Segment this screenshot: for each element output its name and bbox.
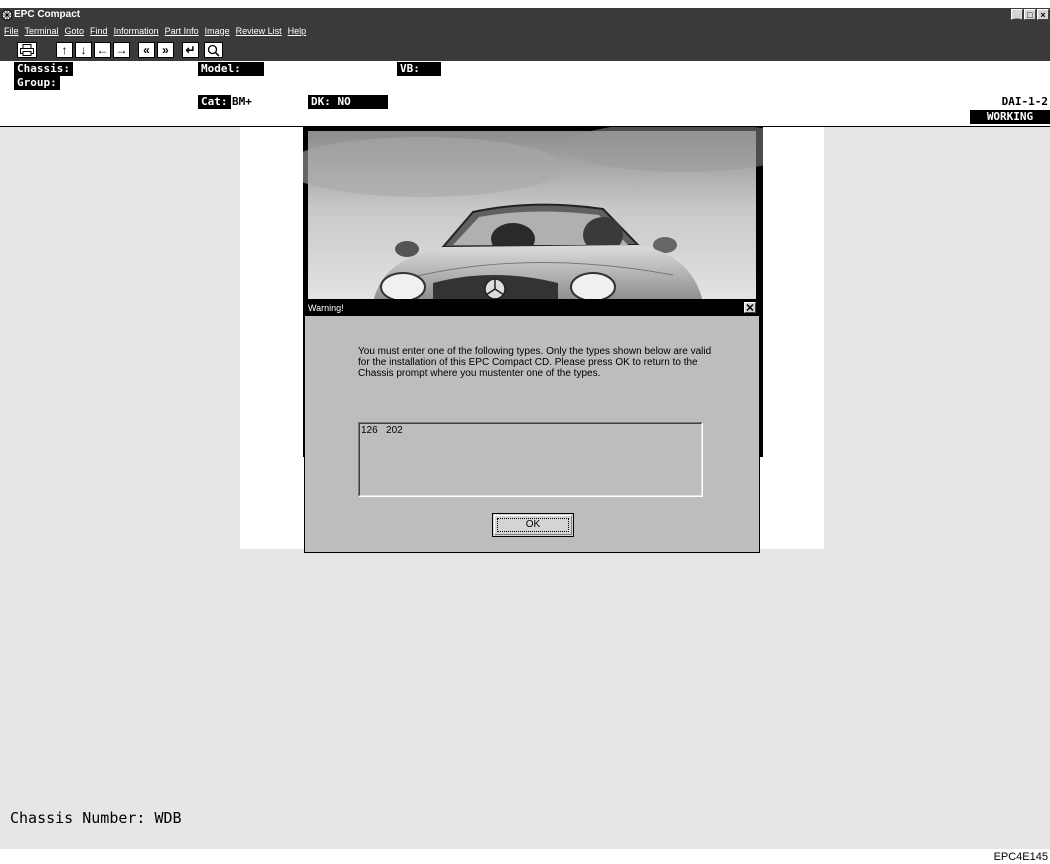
dk-label: DK: NO — [308, 95, 388, 109]
types-list-inner — [359, 423, 702, 496]
page-forward-button[interactable]: » — [157, 42, 174, 58]
print-button[interactable] — [17, 42, 37, 58]
ok-button[interactable]: OK — [492, 513, 574, 537]
page-back-button[interactable]: « — [138, 42, 155, 58]
arrow-up-icon: ↑ — [61, 43, 68, 57]
menu-file[interactable]: File — [4, 26, 19, 36]
version-code: DAI-1-2 — [1001, 95, 1048, 108]
cat-label: Cat: — [198, 95, 231, 109]
group-label: Group: — [14, 76, 60, 90]
dialog-message: You must enter one of the following type… — [358, 346, 712, 379]
chassis-label: Chassis: — [14, 62, 73, 76]
dialog-title-bar: Warning! — [305, 300, 759, 316]
chassis-number-prompt[interactable]: Chassis Number: WDB — [10, 809, 182, 827]
menu-information[interactable]: Information — [114, 26, 159, 36]
vb-label: VB: — [397, 62, 441, 76]
close-button[interactable]: × — [1037, 9, 1049, 20]
menu-image[interactable]: Image — [205, 26, 230, 36]
dialog-close-button[interactable] — [744, 302, 756, 313]
toolbar: ↑ ↓ ← → « » ↵ — [0, 39, 1050, 61]
model-label: Model: — [198, 62, 264, 76]
cat-value: BM+ — [232, 95, 252, 108]
menu-find[interactable]: Find — [90, 26, 108, 36]
header-fields: Chassis: Group: Model: VB: Cat: BM+ DK: … — [0, 61, 1050, 127]
search-button[interactable] — [204, 42, 223, 58]
working-status: WORKING — [970, 110, 1050, 124]
window-controls: _ □ × — [1011, 9, 1049, 20]
menu-bar: File Terminal Goto Find Information Part… — [0, 22, 1050, 39]
types-list[interactable]: 126 202 — [358, 422, 703, 497]
minimize-button[interactable]: _ — [1011, 9, 1023, 20]
menu-terminal[interactable]: Terminal — [25, 26, 59, 36]
menu-goto[interactable]: Goto — [65, 26, 85, 36]
arrow-right-icon: → — [115, 43, 128, 57]
menu-part-info[interactable]: Part Info — [165, 26, 199, 36]
types-list-text: 126 202 — [361, 425, 403, 436]
close-icon — [746, 303, 754, 312]
globe-gear-icon — [1, 9, 13, 21]
up-button[interactable]: ↑ — [56, 42, 73, 58]
menu-review-list[interactable]: Review List — [236, 26, 282, 36]
epc-app-window: EPC Compact _ □ × File Terminal Goto Fin… — [0, 0, 1050, 864]
ok-button-label: OK — [525, 519, 541, 530]
down-button[interactable]: ↓ — [75, 42, 92, 58]
menu-help[interactable]: Help — [288, 26, 307, 36]
page-forward-icon: » — [162, 43, 169, 57]
maximize-button[interactable]: □ — [1024, 9, 1036, 20]
warning-dialog: Warning! You must enter one of the follo… — [304, 299, 760, 553]
magnifier-icon — [207, 44, 220, 57]
arrow-left-icon: ← — [96, 43, 109, 57]
figure-reference-code: EPC4E145 — [993, 851, 1048, 863]
left-button[interactable]: ← — [94, 42, 111, 58]
print-icon — [20, 44, 34, 56]
main-area: Warning! You must enter one of the follo… — [0, 127, 1050, 849]
dialog-title: Warning! — [308, 303, 344, 313]
enter-icon: ↵ — [185, 43, 196, 57]
title-bar: EPC Compact _ □ × — [0, 8, 1050, 22]
right-button[interactable]: → — [113, 42, 130, 58]
page-back-icon: « — [143, 43, 150, 57]
arrow-down-icon: ↓ — [80, 43, 87, 57]
window-title: EPC Compact — [14, 9, 81, 20]
enter-button[interactable]: ↵ — [182, 42, 199, 58]
